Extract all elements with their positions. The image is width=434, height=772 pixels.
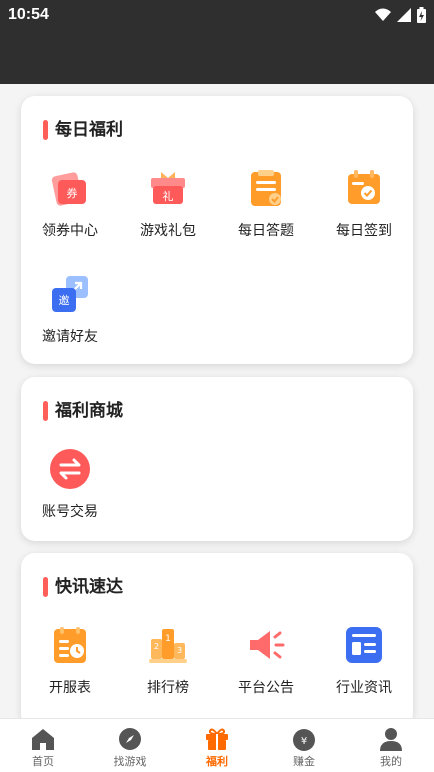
svg-text:1: 1 [165,634,171,644]
invite-icon: 邀 [52,276,88,312]
game-gift-item[interactable]: 礼 游戏礼包 [119,166,217,246]
game-gift-label: 游戏礼包 [140,223,196,239]
compass-icon [119,728,141,750]
industry-news-item[interactable]: 行业资讯 [315,623,413,703]
tab-mine-label: 我的 [380,755,402,768]
tab-earn-gold[interactable]: ¥ 赚金 [261,719,347,772]
news-icon [346,627,382,663]
header-bar [0,30,434,84]
daily-checkin-item[interactable]: 每日签到 [315,166,413,246]
gift-box-icon: 礼 [151,172,185,204]
quiz-icon [251,170,281,206]
coupon-icon: 券 [51,172,86,206]
leaderboard-item[interactable]: 1 2 3 排行榜 [119,623,217,703]
daily-quiz-item[interactable]: 每日答题 [217,166,315,246]
invite-friends-item[interactable]: 邀 邀请好友 [21,272,119,352]
svg-text:3: 3 [177,646,182,655]
daily-benefits-card: 每日福利 券 领券中心 礼 游戏礼包 每日答题 每日签到 邀 邀请好友 [21,96,413,364]
svg-text:券: 券 [67,186,78,200]
exchange-icon [50,449,90,489]
tab-earn-gold-label: 赚金 [293,755,315,768]
title-accent-bar [43,577,48,597]
svg-text:¥: ¥ [301,736,307,747]
gift-icon [206,728,228,750]
industry-news-label: 行业资讯 [336,680,392,696]
tab-home-label: 首页 [32,755,54,768]
section-title-text: 每日福利 [55,120,123,140]
section-title-text: 福利商城 [55,401,123,421]
main-content: 每日福利 券 领券中心 礼 游戏礼包 每日答题 每日签到 邀 邀请好友 福利商城… [0,84,434,728]
status-icons [375,7,426,23]
server-schedule-item[interactable]: 开服表 [21,623,119,703]
signal-icon [397,8,411,22]
wifi-icon [375,8,391,21]
battery-icon [417,7,426,23]
title-accent-bar [43,120,48,140]
section-title: 每日福利 [43,118,123,142]
svg-text:邀: 邀 [59,293,70,307]
server-schedule-label: 开服表 [49,680,91,696]
status-bar: 10:54 [0,0,434,30]
coupon-center-item[interactable]: 券 领券中心 [21,166,119,246]
svg-text:2: 2 [154,642,159,651]
account-trade-label: 账号交易 [42,504,98,520]
news-express-card: 快讯速达 开服表 1 2 3 排行榜 平台公告 行业资讯 [21,553,413,728]
server-schedule-icon [54,627,86,663]
home-icon [32,729,54,750]
invite-friends-label: 邀请好友 [42,329,98,345]
calendar-check-icon [348,170,380,204]
user-icon [380,728,402,751]
benefits-mall-card: 福利商城 账号交易 [21,377,413,541]
svg-text:礼: 礼 [163,189,174,203]
megaphone-icon [250,631,285,659]
tab-find-games[interactable]: 找游戏 [87,719,173,772]
bottom-tab-bar: 首页 找游戏 福利 ¥ 赚金 我的 [0,718,434,772]
account-trade-item[interactable]: 账号交易 [21,447,119,527]
title-accent-bar [43,401,48,421]
tab-mine[interactable]: 我的 [348,719,434,772]
section-title: 快讯速达 [43,575,123,599]
section-title: 福利商城 [43,399,123,423]
leaderboard-label: 排行榜 [147,680,189,696]
section-title-text: 快讯速达 [55,577,123,597]
podium-icon: 1 2 3 [149,629,187,663]
daily-checkin-label: 每日签到 [336,223,392,239]
announcement-item[interactable]: 平台公告 [217,623,315,703]
tab-home[interactable]: 首页 [0,719,86,772]
tab-find-games-label: 找游戏 [113,755,147,768]
tab-benefits[interactable]: 福利 [174,719,260,772]
tab-benefits-label: 福利 [206,755,228,768]
coupon-center-label: 领券中心 [42,223,98,239]
money-bag-icon: ¥ [293,729,315,751]
announcement-label: 平台公告 [238,680,294,696]
status-time: 10:54 [8,6,49,23]
daily-quiz-label: 每日答题 [238,223,294,239]
